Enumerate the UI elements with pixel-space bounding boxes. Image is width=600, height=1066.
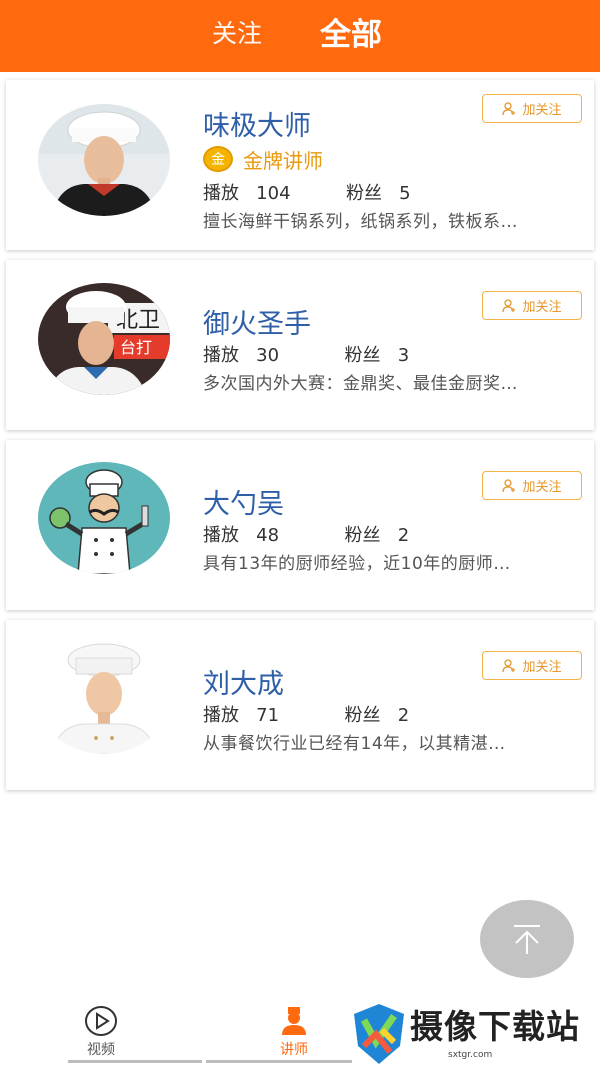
follow-button[interactable]: 加关注 <box>482 471 582 500</box>
scroll-to-top-button[interactable] <box>480 900 574 978</box>
lecturer-stats: 播放 48 粉丝 2 <box>203 525 410 546</box>
lecturer-description: 多次国内外大赛：金鼎奖、最佳金厨奖… <box>203 374 518 394</box>
add-user-icon <box>502 478 516 492</box>
lecturer-description: 擅长海鲜干锅系列，纸锅系列，铁板系… <box>203 212 518 232</box>
nav-lecturer[interactable]: 讲师 <box>280 1005 308 1059</box>
svg-text:台打: 台打 <box>120 338 152 357</box>
add-user-icon <box>502 101 516 115</box>
lecturer-stats: 播放 71 粉丝 2 <box>203 705 410 726</box>
lecturer-card-1[interactable]: 味极大师 金 金牌讲师 播放 104 粉丝 5 擅长海鲜干锅系列，纸锅系列，铁板… <box>6 80 594 250</box>
add-user-icon <box>502 298 516 312</box>
lecturer-card-2[interactable]: 北卫 台打 御火圣手 播放 30 粉丝 3 多次国内外大赛：金鼎奖、最佳金厨奖…… <box>6 260 594 430</box>
tab-all[interactable]: 全部 <box>320 9 382 54</box>
lecturer-name[interactable]: 味极大师 <box>203 104 311 143</box>
chef-person-icon <box>282 1007 306 1035</box>
lecturer-name[interactable]: 刘大成 <box>203 662 284 701</box>
arrow-up-icon <box>514 925 540 954</box>
gold-medal-icon: 金 <box>203 146 233 172</box>
follow-button[interactable]: 加关注 <box>482 651 582 680</box>
nav-divider <box>68 1060 202 1063</box>
gold-lecturer-badge: 金 金牌讲师 <box>203 145 323 173</box>
top-tab-bar: 关注 全部 <box>0 0 600 72</box>
lecturer-card-4[interactable]: 刘大成 播放 71 粉丝 2 从事餐饮行业已经有14年，以其精湛… 加关注 <box>6 620 594 790</box>
lecturer-name[interactable]: 御火圣手 <box>203 302 311 341</box>
lecturer-stats: 播放 104 粉丝 5 <box>203 183 411 204</box>
follow-button[interactable]: 加关注 <box>482 94 582 123</box>
follow-button[interactable]: 加关注 <box>482 291 582 320</box>
add-user-icon <box>502 658 516 672</box>
tab-follow[interactable]: 关注 <box>212 14 262 50</box>
lecturer-description: 具有13年的厨师经验，近10年的厨师… <box>203 554 511 574</box>
play-circle-icon <box>85 1006 117 1036</box>
nav-divider <box>206 1060 352 1063</box>
chef-avatar <box>38 462 170 574</box>
chef-avatar: 北卫 台打 <box>38 283 170 395</box>
lecturer-card-3[interactable]: 大勺吴 播放 48 粉丝 2 具有13年的厨师经验，近10年的厨师… 加关注 <box>6 440 594 610</box>
lecturer-description: 从事餐饮行业已经有14年，以其精湛… <box>203 734 506 754</box>
lecturer-name[interactable]: 大勺吴 <box>203 482 284 521</box>
nav-video[interactable]: 视频 <box>84 1005 118 1059</box>
chef-avatar <box>38 642 170 754</box>
lecturer-stats: 播放 30 粉丝 3 <box>203 345 410 366</box>
site-watermark: 摄像下载站 sxtgr.com <box>352 1000 600 1066</box>
chef-avatar <box>38 104 170 216</box>
watermark-logo-icon <box>354 1004 404 1064</box>
